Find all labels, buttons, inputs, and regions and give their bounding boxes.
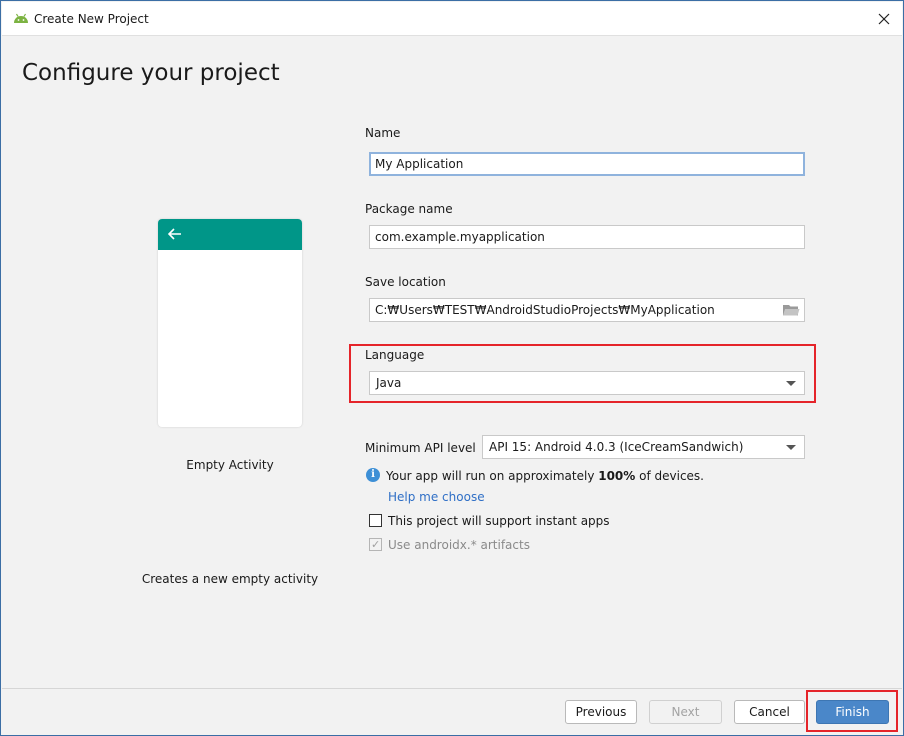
chevron-down-icon	[786, 381, 796, 386]
save-location-value: C:₩Users₩TEST₩AndroidStudioProjects₩MyAp…	[375, 303, 715, 317]
finish-button[interactable]: Finish	[816, 700, 889, 724]
folder-icon[interactable]	[782, 303, 800, 317]
save-location-field[interactable]: C:₩Users₩TEST₩AndroidStudioProjects₩MyAp…	[369, 298, 805, 322]
androidx-checkbox: ✓	[369, 538, 382, 551]
page-title: Configure your project	[22, 60, 280, 86]
window-title: Create New Project	[34, 12, 149, 26]
chevron-down-icon	[786, 445, 796, 450]
name-label: Name	[365, 126, 401, 140]
min-api-label: Minimum API level	[365, 441, 476, 455]
device-coverage-text: Your app will run on approximately 100% …	[386, 469, 704, 483]
previous-button[interactable]: Previous	[565, 700, 637, 724]
arrow-left-icon	[168, 228, 181, 240]
save-location-label: Save location	[365, 275, 446, 289]
close-icon	[878, 13, 890, 25]
checkmark-icon: ✓	[371, 538, 381, 551]
coverage-percent: 100%	[598, 469, 636, 483]
coverage-prefix: Your app will run on approximately	[386, 469, 599, 483]
package-name-field[interactable]: com.example.myapplication	[369, 225, 805, 249]
template-preview	[158, 219, 302, 427]
info-icon: i	[366, 468, 380, 482]
dialog-content: Configure your project Empty Activity Cr…	[2, 35, 902, 689]
close-button[interactable]	[868, 3, 900, 35]
androidx-label: Use androidx.* artifacts	[388, 538, 530, 552]
preview-app-bar	[158, 219, 302, 250]
cancel-button[interactable]: Cancel	[734, 700, 805, 724]
name-field[interactable]: My Application	[369, 152, 805, 176]
create-project-dialog: Create New Project Configure your projec…	[0, 0, 904, 736]
title-bar: Create New Project	[2, 2, 902, 35]
language-select[interactable]: Java	[369, 371, 805, 395]
language-label: Language	[365, 348, 425, 362]
divider	[2, 35, 902, 36]
help-me-choose-link[interactable]: Help me choose	[388, 490, 485, 504]
template-description: Creates a new empty activity	[141, 572, 319, 586]
template-name: Empty Activity	[186, 458, 274, 472]
min-api-select[interactable]: API 15: Android 4.0.3 (IceCreamSandwich)	[482, 435, 805, 459]
language-value: Java	[376, 376, 402, 390]
coverage-suffix: of devices.	[635, 469, 704, 483]
instant-apps-checkbox[interactable]	[369, 514, 382, 527]
footer: Previous Next Cancel Finish	[2, 689, 902, 735]
min-api-value: API 15: Android 4.0.3 (IceCreamSandwich)	[489, 440, 744, 454]
instant-apps-label[interactable]: This project will support instant apps	[388, 514, 610, 528]
package-name-label: Package name	[365, 202, 453, 216]
next-button: Next	[649, 700, 722, 724]
android-icon	[14, 13, 28, 23]
